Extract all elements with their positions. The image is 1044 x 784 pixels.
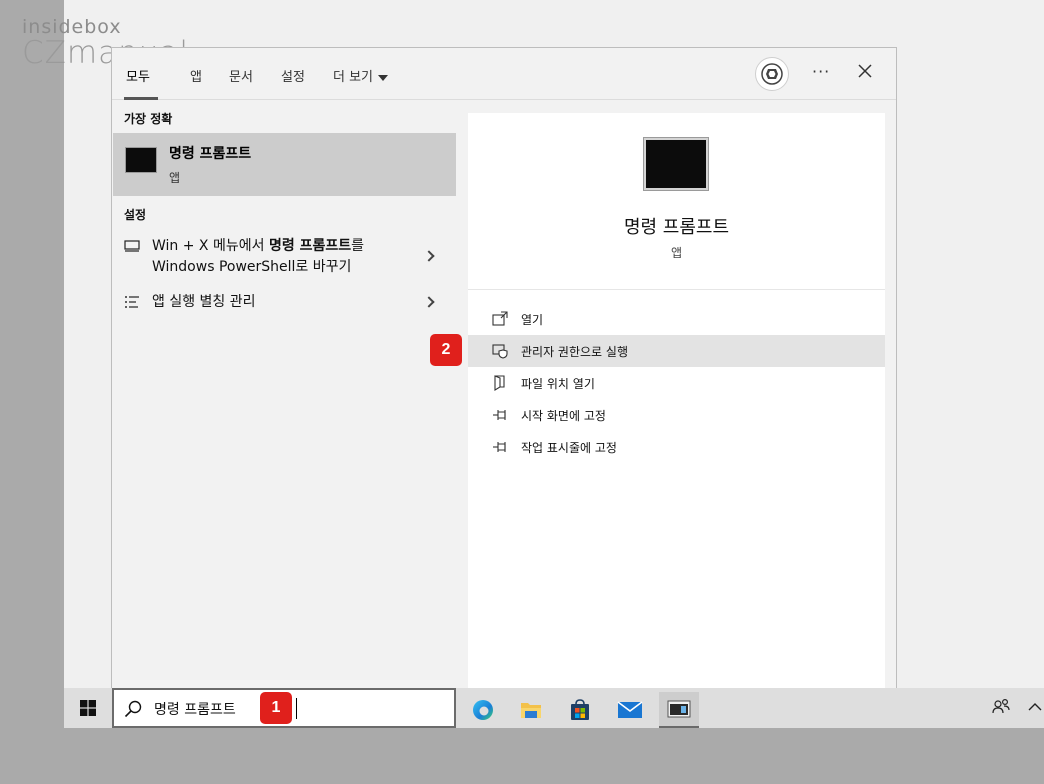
best-match-result[interactable]: 명령 프롬프트 앱	[113, 133, 456, 196]
start-button[interactable]	[64, 688, 112, 728]
action-pin-to-start-label: 시작 화면에 고정	[521, 409, 606, 423]
action-run-as-admin-label: 관리자 권한으로 실행	[521, 345, 628, 359]
list-settings-icon	[125, 296, 139, 308]
more-options-button[interactable]: ···	[812, 62, 830, 81]
step-badge-1: 1	[260, 692, 292, 724]
chevron-up-icon	[1028, 703, 1042, 711]
tab-settings[interactable]: 설정	[281, 66, 305, 85]
windows-logo-icon	[80, 700, 96, 716]
taskbar-edge[interactable]	[463, 692, 503, 728]
taskbar-file-explorer[interactable]	[511, 692, 551, 728]
settings-result-app-alias-label: 앱 실행 별칭 관리	[152, 294, 256, 310]
search-icon	[124, 700, 142, 718]
monitor-icon	[124, 240, 140, 252]
settings-result-app-alias[interactable]: 앱 실행 별칭 관리	[112, 290, 456, 316]
tab-more[interactable]: 더 보기	[333, 66, 389, 85]
detail-title: 명령 프롬프트	[623, 217, 730, 238]
show-hidden-icons-button[interactable]	[1028, 700, 1042, 716]
people-tray-button[interactable]	[992, 698, 1010, 718]
active-tab-indicator	[124, 97, 158, 100]
edge-browser-icon	[473, 700, 493, 720]
file-location-icon	[494, 375, 505, 391]
action-open-label: 열기	[521, 313, 544, 327]
taskbar-command-prompt[interactable]	[659, 692, 699, 728]
shield-admin-icon	[492, 344, 508, 359]
divider	[468, 289, 885, 290]
chevron-right-icon	[423, 296, 435, 308]
tab-apps[interactable]: 앱	[190, 66, 202, 85]
best-match-heading: 가장 정확	[124, 112, 173, 126]
search-panel: 모두 앱 문서 설정 더 보기 ··· 가장 정확 명령 프롬프트 앱 설정 W…	[111, 47, 897, 689]
command-prompt-large-icon	[644, 138, 708, 190]
action-open[interactable]: 열기	[468, 303, 885, 335]
action-open-file-location[interactable]: 파일 위치 열기	[468, 367, 885, 399]
mail-icon	[617, 701, 643, 718]
store-icon	[571, 699, 589, 720]
action-pin-to-taskbar-label: 작업 표시줄에 고정	[521, 441, 617, 455]
chevron-down-icon	[378, 74, 389, 81]
settings-heading: 설정	[124, 208, 147, 222]
account-icon	[761, 63, 783, 85]
chevron-right-icon	[423, 250, 435, 262]
action-run-as-admin[interactable]: 관리자 권한으로 실행	[468, 335, 885, 367]
tab-all[interactable]: 모두	[126, 66, 150, 85]
taskbar: 명령 프롬프트 1	[64, 688, 1044, 728]
taskbar-mail[interactable]	[610, 692, 650, 728]
search-filter-bar: 모두 앱 문서 설정 더 보기 ···	[112, 48, 896, 100]
pin-icon	[493, 410, 506, 420]
taskbar-microsoft-store[interactable]	[560, 692, 600, 728]
result-detail-pane: 명령 프롬프트 앱 열기 관리자 권한으로 실행 파일 위치 열기 시작 화면에…	[468, 113, 885, 689]
best-match-title: 명령 프롬프트	[169, 146, 252, 162]
search-input[interactable]: 명령 프롬프트	[154, 699, 236, 719]
taskbar-search-box[interactable]: 명령 프롬프트 1	[112, 688, 456, 728]
command-prompt-icon	[125, 147, 157, 173]
pin-icon	[493, 442, 506, 452]
people-icon	[992, 698, 1010, 714]
action-pin-to-taskbar[interactable]: 작업 표시줄에 고정	[468, 431, 885, 463]
open-icon	[492, 311, 508, 326]
action-open-file-location-label: 파일 위치 열기	[521, 377, 595, 391]
action-pin-to-start[interactable]: 시작 화면에 고정	[468, 399, 885, 431]
settings-result-powershell-label: Win + X 메뉴에서 명령 프롬프트를 Windows PowerShell…	[152, 238, 364, 275]
settings-result-powershell[interactable]: Win + X 메뉴에서 명령 프롬프트를 Windows PowerShell…	[112, 234, 456, 280]
close-icon[interactable]	[855, 61, 875, 81]
best-match-subtitle: 앱	[169, 171, 181, 185]
text-caret	[296, 698, 297, 719]
step-badge-2: 2	[430, 334, 462, 366]
account-avatar-button[interactable]	[755, 57, 789, 91]
tab-more-label: 더 보기	[333, 70, 374, 85]
detail-subtitle: 앱	[670, 246, 683, 260]
folder-icon	[521, 703, 541, 718]
tab-documents[interactable]: 문서	[229, 66, 253, 85]
terminal-icon	[667, 700, 691, 718]
